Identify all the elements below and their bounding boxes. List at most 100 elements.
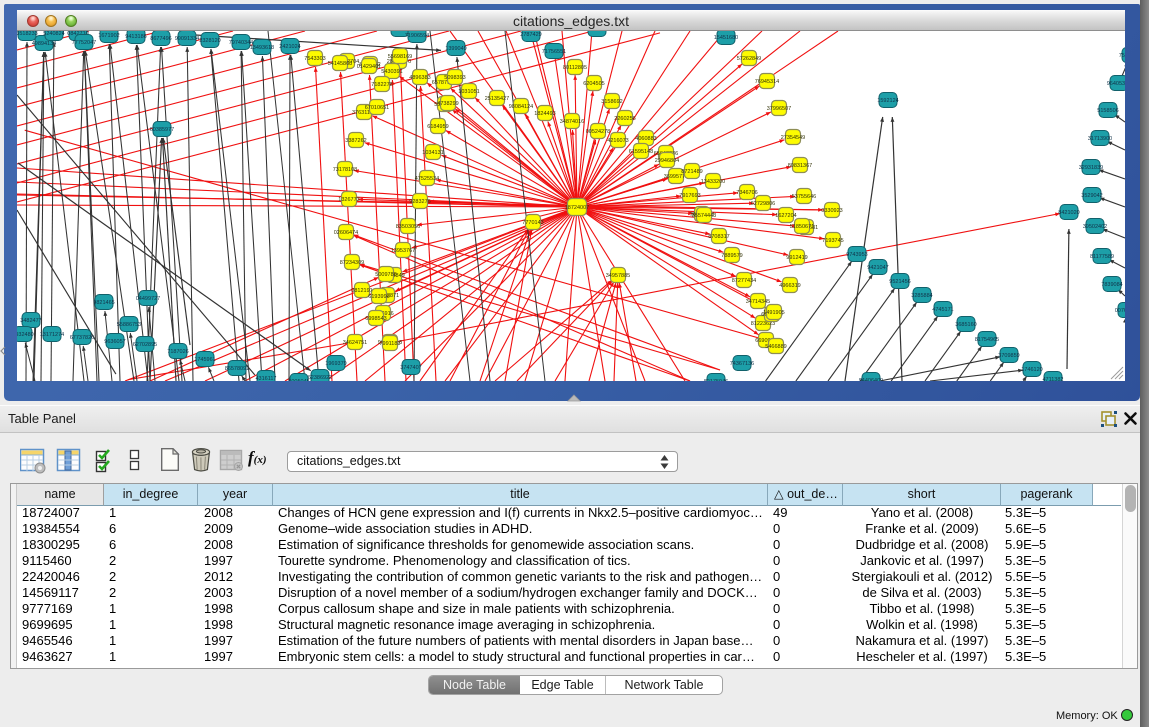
- svg-text:80112805: 80112805: [563, 65, 587, 71]
- svg-text:7193745: 7193745: [822, 238, 843, 244]
- svg-text:4711382: 4711382: [1042, 377, 1063, 381]
- svg-text:98084124: 98084124: [509, 104, 533, 110]
- svg-text:9636057: 9636057: [104, 339, 125, 345]
- svg-text:73178108: 73178108: [333, 167, 357, 173]
- svg-text:8677496: 8677496: [150, 36, 171, 42]
- svg-text:3518233: 3518233: [17, 31, 38, 37]
- svg-text:9283276: 9283276: [409, 199, 430, 205]
- svg-text:47525534: 47525534: [415, 176, 439, 182]
- svg-text:7917693: 7917693: [679, 193, 700, 199]
- svg-text:71906594: 71906594: [405, 33, 429, 39]
- svg-text:34624751: 34624751: [343, 340, 367, 346]
- svg-text:00524278: 00524278: [586, 129, 610, 135]
- svg-text:3158692: 3158692: [601, 99, 622, 105]
- svg-text:5240824: 5240824: [43, 31, 64, 37]
- svg-text:5098393: 5098393: [444, 75, 465, 81]
- svg-text:01429401: 01429401: [357, 64, 381, 70]
- svg-text:7991183: 7991183: [379, 341, 400, 347]
- svg-text:61595148: 61595148: [629, 149, 653, 155]
- svg-text:3529042: 3529042: [1081, 193, 1102, 199]
- svg-text:1399049: 1399049: [445, 46, 466, 52]
- svg-text:1824493: 1824493: [534, 111, 555, 117]
- svg-text:0330923: 0330923: [821, 208, 842, 214]
- svg-text:9521456: 9521456: [889, 279, 910, 285]
- svg-text:6184959: 6184959: [427, 124, 448, 130]
- svg-text:7839084: 7839084: [1101, 282, 1122, 288]
- svg-text:5430391: 5430391: [381, 69, 402, 75]
- svg-text:3685160: 3685160: [955, 322, 976, 328]
- svg-text:62386922: 62386922: [308, 375, 332, 381]
- svg-text:9821465: 9821465: [93, 300, 114, 306]
- svg-text:7770143: 7770143: [522, 220, 543, 226]
- svg-text:3709859: 3709859: [998, 353, 1019, 359]
- svg-text:6193990: 6193990: [368, 294, 389, 300]
- svg-text:94406409: 94406409: [859, 378, 883, 381]
- svg-text:5009788: 5009788: [375, 272, 396, 278]
- svg-text:87277434: 87277434: [732, 278, 756, 284]
- svg-text:4896383: 4896383: [409, 75, 430, 81]
- svg-text:25135427: 25135427: [485, 96, 509, 102]
- svg-text:00766177: 00766177: [1115, 308, 1125, 314]
- svg-text:1745961: 1745961: [194, 357, 215, 363]
- svg-text:81754965: 81754965: [975, 337, 999, 343]
- svg-text:34874016: 34874016: [560, 119, 584, 125]
- svg-text:39502402: 39502402: [1083, 224, 1107, 230]
- svg-text:32931839: 32931839: [1079, 165, 1103, 171]
- svg-text:77752047: 77752047: [72, 40, 96, 46]
- svg-text:2787429: 2787429: [520, 32, 541, 38]
- svg-text:99091334: 99091334: [175, 36, 199, 42]
- svg-text:7543303: 7543303: [304, 56, 325, 62]
- svg-text:57262849: 57262849: [737, 56, 761, 62]
- svg-text:2328120: 2328120: [199, 38, 220, 44]
- svg-text:54145868: 54145868: [328, 61, 352, 67]
- svg-text:49894134: 49894134: [32, 41, 56, 47]
- svg-text:9413186: 9413186: [125, 34, 146, 40]
- svg-text:83503056: 83503056: [396, 224, 420, 230]
- svg-text:31713900: 31713900: [1088, 136, 1112, 142]
- svg-text:1746120: 1746120: [1021, 367, 1042, 373]
- svg-text:3482477: 3482477: [20, 318, 41, 324]
- svg-text:2260256: 2260256: [614, 116, 635, 122]
- svg-text:0932480: 0932480: [17, 332, 34, 338]
- svg-text:6998543: 6998543: [365, 316, 386, 322]
- svg-text:7182278: 7182278: [371, 82, 392, 88]
- svg-text:04499727: 04499727: [136, 296, 160, 302]
- svg-text:71756551: 71756551: [542, 49, 566, 55]
- svg-text:02606474: 02606474: [334, 230, 358, 236]
- svg-text:7346706: 7346706: [736, 190, 757, 196]
- svg-text:3285884: 3285884: [911, 293, 932, 299]
- svg-text:4060883: 4060883: [635, 136, 656, 142]
- svg-text:1592124: 1592124: [877, 98, 898, 104]
- svg-text:1326773: 1326773: [338, 197, 359, 203]
- svg-text:27354549: 27354549: [781, 135, 805, 141]
- svg-text:8708317: 8708317: [708, 234, 729, 240]
- svg-text:34714345: 34714345: [746, 299, 770, 305]
- svg-text:29946804: 29946804: [655, 158, 679, 164]
- svg-text:4316117: 4316117: [255, 376, 276, 381]
- svg-text:87234309: 87234309: [340, 260, 364, 266]
- svg-text:9743953: 9743953: [846, 252, 867, 258]
- svg-text:1034131: 1034131: [422, 150, 443, 156]
- svg-text:51850671: 51850671: [790, 224, 814, 230]
- svg-text:4216073: 4216073: [607, 138, 628, 144]
- svg-text:5674680: 5674680: [586, 31, 607, 33]
- svg-text:9912419: 9912419: [786, 255, 807, 261]
- svg-text:5158506: 5158506: [1097, 108, 1118, 114]
- svg-text:86578091: 86578091: [225, 366, 249, 372]
- svg-text:8721489: 8721489: [681, 169, 702, 175]
- svg-text:74367136: 74367136: [730, 361, 754, 367]
- svg-text:62729806: 62729806: [751, 201, 775, 207]
- svg-text:9421047: 9421047: [867, 265, 888, 271]
- svg-text:82175946: 82175946: [704, 379, 728, 381]
- svg-text:2421024: 2421024: [279, 44, 300, 50]
- svg-text:62702895: 62702895: [133, 342, 157, 348]
- svg-text:7187026: 7187026: [167, 349, 188, 355]
- svg-text:55698169: 55698169: [388, 54, 412, 60]
- svg-text:4745171: 4745171: [932, 307, 953, 313]
- svg-text:67737826: 67737826: [70, 335, 94, 341]
- svg-text:13433200: 13433200: [701, 179, 725, 185]
- svg-text:6204505: 6204505: [583, 81, 604, 87]
- svg-text:18724007: 18724007: [565, 205, 589, 211]
- svg-text:53755646: 53755646: [792, 194, 816, 200]
- svg-text:80831367: 80831367: [788, 163, 812, 169]
